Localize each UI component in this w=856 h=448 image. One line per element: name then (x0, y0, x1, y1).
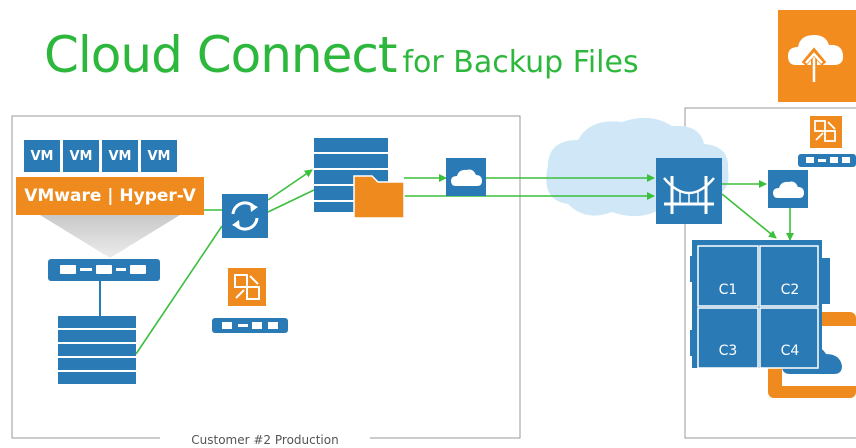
host-server (48, 259, 160, 281)
backup-replication-icon (228, 268, 266, 306)
provider-cloud-icon (768, 170, 808, 208)
backup-repository (314, 138, 405, 219)
host-fan (40, 215, 180, 258)
vm-tile: VM (24, 140, 60, 172)
vm-tile: VM (141, 140, 177, 172)
cell-label-c3: C3 (718, 343, 738, 359)
sync-arrows-icon (222, 194, 268, 238)
provider-server (798, 154, 856, 167)
vm-tile: VM (102, 140, 138, 172)
cloud-icon (446, 158, 486, 196)
bridge-icon (656, 158, 722, 224)
cell-label-c4: C4 (780, 343, 800, 359)
cell-label-c1: C1 (718, 282, 738, 298)
vm-tile: VM (63, 140, 99, 172)
folder-icon (353, 175, 405, 219)
tenant-server (212, 318, 288, 333)
hypervisor-label: VMware | Hyper-V (16, 177, 204, 215)
diagram-canvas (11, 107, 856, 439)
provider-backup-icon (810, 116, 842, 148)
customer-site-caption: Customer #2 Production (160, 432, 370, 448)
cell-label-c2: C2 (780, 282, 800, 298)
storage-stack (58, 316, 136, 384)
